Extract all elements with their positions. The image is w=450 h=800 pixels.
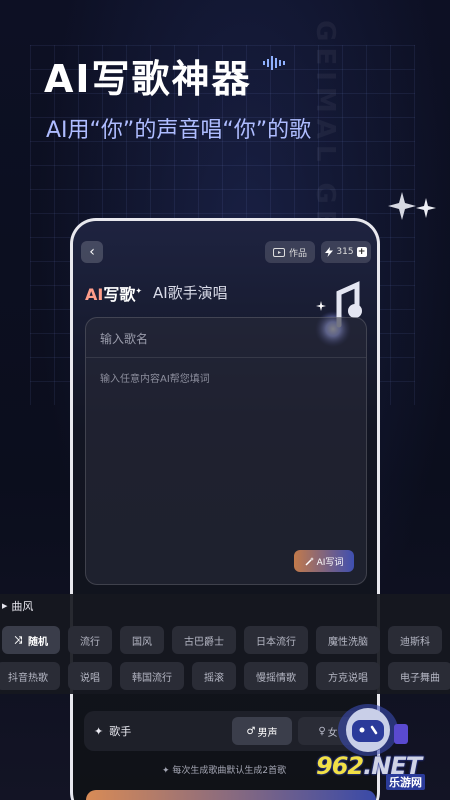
shuffle-icon: ⤨ [14, 634, 22, 646]
style-chip[interactable]: 慢摇情歌 [244, 662, 308, 690]
style-chip[interactable]: 国风 [120, 626, 164, 654]
sound-wave-icon [263, 56, 285, 70]
generate-button[interactable] [86, 790, 376, 800]
male-voice-button[interactable]: ♂ 男声 [232, 717, 292, 745]
magic-wand-icon [305, 556, 314, 566]
style-chip[interactable]: 说唱 [68, 662, 112, 690]
sparkle-icon [388, 192, 436, 220]
style-panel: ▶ 曲风 ⤨ 随机 流行 国风 古巴爵士 日本流行 魔性洗脑 迪斯科 抖音热歌 … [0, 594, 450, 694]
style-title: ▶ 曲风 [2, 600, 34, 613]
style-chip[interactable]: 电子舞曲 [388, 662, 450, 690]
chevron-left-icon: ‹ [89, 244, 95, 260]
works-button[interactable]: 作品 [265, 241, 315, 263]
triangle-right-icon: ▶ [2, 602, 8, 610]
song-name-input[interactable]: 输入歌名 [86, 318, 366, 358]
energy-button[interactable]: 315 + [321, 241, 371, 263]
works-label: 作品 [288, 248, 307, 259]
style-row-2: 抖音热歌 说唱 韩国流行 摇滚 慢摇情歌 方克说唱 电子舞曲 [0, 662, 450, 690]
style-chip[interactable]: 方克说唱 [316, 662, 380, 690]
sparkle-small-icon: ✦ [94, 724, 104, 738]
lightning-icon [325, 247, 334, 257]
brand-watermark-sub: 乐游网 [386, 774, 425, 790]
style-chip[interactable]: 古巴爵士 [172, 626, 236, 654]
video-folder-icon [272, 248, 285, 257]
hero-title: AI写歌神器 [44, 57, 252, 101]
male-icon: ♂ [246, 725, 256, 737]
style-chip[interactable]: 摇滚 [192, 662, 236, 690]
style-row-1: ⤨ 随机 流行 国风 古巴爵士 日本流行 魔性洗脑 迪斯科 [2, 626, 442, 654]
back-button[interactable]: ‹ [81, 241, 103, 263]
style-chip[interactable]: 迪斯科 [388, 626, 442, 654]
tab-ai-write-song[interactable]: AI写歌✦ [85, 281, 142, 305]
style-chip[interactable]: 抖音热歌 [0, 662, 60, 690]
generation-note: ✦ 每次生成歌曲默认生成2首歌 [162, 766, 287, 776]
energy-count: 315 [336, 247, 354, 257]
lyrics-input[interactable]: 输入任意内容AI帮您填词 [100, 370, 210, 385]
style-chip[interactable]: 韩国流行 [120, 662, 184, 690]
hero-subtitle: AI用“你”的声音唱“你”的歌 [46, 118, 312, 143]
plus-icon: + [356, 247, 367, 257]
tab-ai-singer[interactable]: AI歌手演唱 [153, 282, 228, 303]
robot-mascot-icon [338, 704, 408, 756]
singer-label: ✦ 歌手 [94, 724, 132, 739]
lyric-card: 输入歌名 输入任意内容AI帮您填词 AI写词 [85, 317, 367, 585]
style-chip-random[interactable]: ⤨ 随机 [2, 626, 60, 654]
style-chip[interactable]: 日本流行 [244, 626, 308, 654]
female-icon: ♀ [318, 725, 326, 737]
style-chip[interactable]: 流行 [68, 626, 112, 654]
style-chip[interactable]: 魔性洗脑 [316, 626, 380, 654]
sparkle-tiny-icon: ✦ [162, 766, 173, 776]
ai-write-lyrics-button[interactable]: AI写词 [294, 550, 354, 572]
